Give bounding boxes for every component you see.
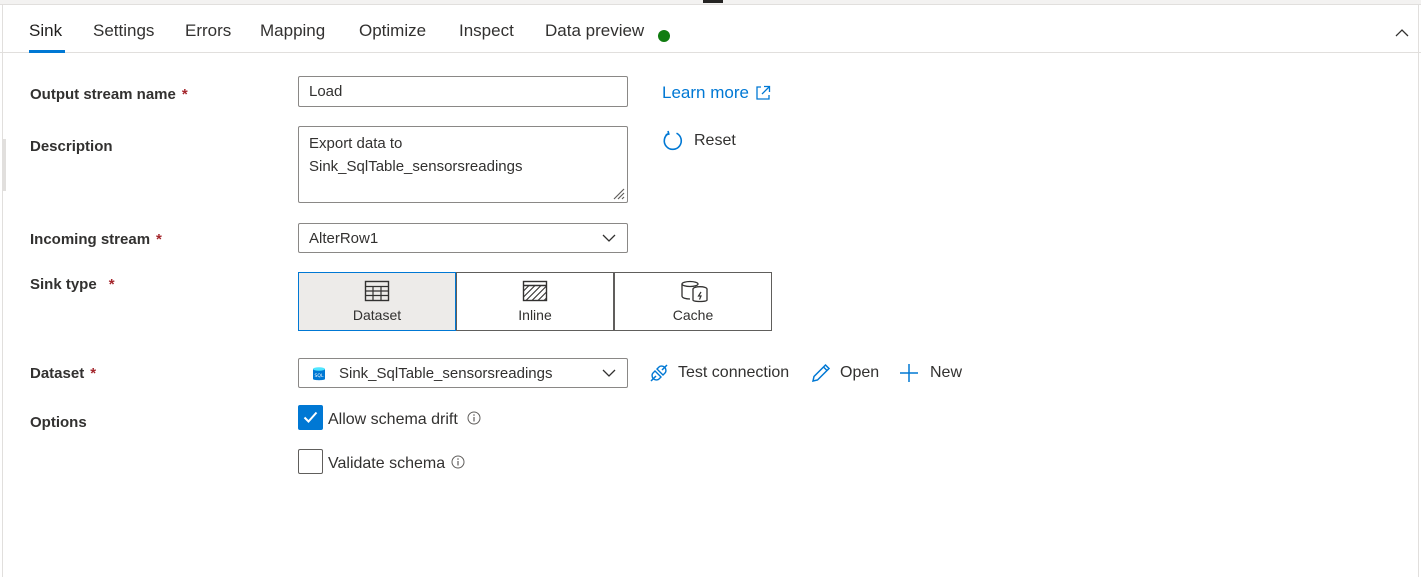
tab-data-preview[interactable]: Data preview — [545, 21, 644, 41]
validate-schema-checkbox[interactable] — [298, 449, 323, 474]
chevron-down-icon — [602, 234, 616, 242]
dataset-select[interactable]: SQL Sink_SqlTable_sensorsreadings — [298, 358, 628, 388]
sql-database-icon: SQL — [313, 367, 325, 381]
chevron-down-icon — [602, 369, 616, 377]
output-stream-input[interactable]: Load — [298, 76, 628, 107]
tab-optimize[interactable]: Optimize — [359, 21, 426, 41]
incoming-stream-label: Incoming stream * — [30, 231, 162, 248]
external-link-icon — [756, 85, 771, 100]
incoming-stream-value: AlterRow1 — [309, 230, 379, 247]
sink-type-label: Sink type * — [30, 276, 115, 293]
output-stream-label: Output stream name * — [30, 86, 188, 103]
tab-settings[interactable]: Settings — [93, 21, 154, 41]
tab-mapping[interactable]: Mapping — [260, 21, 325, 41]
tab-errors[interactable]: Errors — [185, 21, 231, 41]
chevron-up-icon[interactable] — [1392, 23, 1412, 43]
table-icon — [364, 280, 390, 302]
info-icon[interactable] — [451, 455, 465, 469]
inline-icon — [522, 280, 548, 302]
description-textarea[interactable]: Export data to Sink_SqlTable_sensorsread… — [298, 126, 628, 203]
drag-handle[interactable] — [703, 0, 723, 3]
refresh-icon — [663, 130, 683, 151]
tab-bar: Sink Settings Errors Mapping Optimize In… — [0, 5, 1421, 53]
dataset-label: Dataset * — [30, 365, 97, 382]
sink-type-inline[interactable]: Inline — [456, 272, 614, 331]
required-marker: * — [181, 86, 188, 103]
required-marker: * — [90, 365, 97, 382]
validate-schema-label: Validate schema — [328, 455, 446, 472]
info-icon[interactable] — [467, 411, 481, 425]
active-tab-indicator — [29, 50, 65, 53]
sink-type-cache[interactable]: Cache — [614, 272, 772, 331]
cache-icon — [681, 280, 708, 303]
incoming-stream-select[interactable]: AlterRow1 — [298, 223, 628, 253]
plug-icon — [650, 364, 668, 382]
left-edge-marker — [3, 139, 6, 191]
sink-type-dataset[interactable]: Dataset — [298, 272, 456, 331]
required-marker: * — [108, 276, 115, 293]
data-preview-status-icon — [658, 30, 670, 42]
dataset-value: Sink_SqlTable_sensorsreadings — [339, 365, 553, 382]
required-marker: * — [156, 231, 162, 248]
allow-schema-drift-label: Allow schema drift — [328, 411, 458, 428]
plus-icon — [900, 364, 918, 382]
svg-text:SQL: SQL — [315, 373, 324, 379]
resize-grip-icon[interactable] — [609, 184, 625, 200]
allow-schema-drift-checkbox[interactable] — [298, 405, 323, 430]
tab-inspect[interactable]: Inspect — [459, 21, 514, 41]
learn-more-link[interactable]: Learn more — [662, 83, 771, 103]
description-text: Export data to Sink_SqlTable_sensorsread… — [309, 135, 523, 175]
description-label: Description — [30, 138, 113, 155]
pencil-icon — [812, 363, 831, 382]
checkmark-icon — [303, 411, 318, 423]
tab-sink[interactable]: Sink — [29, 21, 62, 41]
options-label: Options — [30, 414, 87, 431]
